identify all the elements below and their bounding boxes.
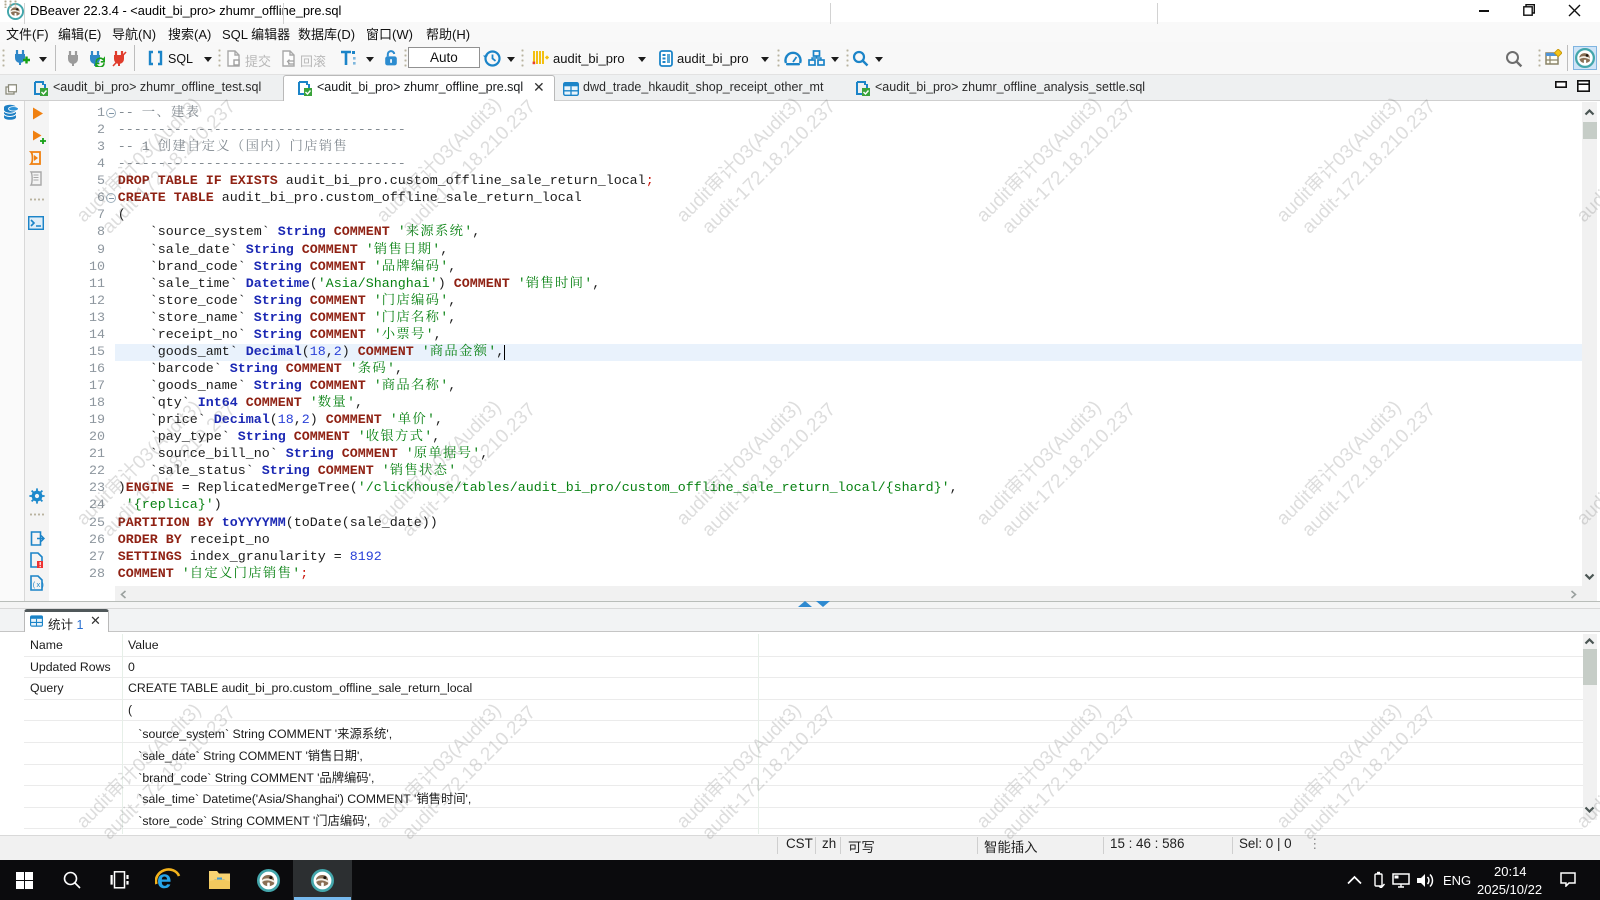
svg-text:(x): (x) bbox=[32, 582, 44, 590]
